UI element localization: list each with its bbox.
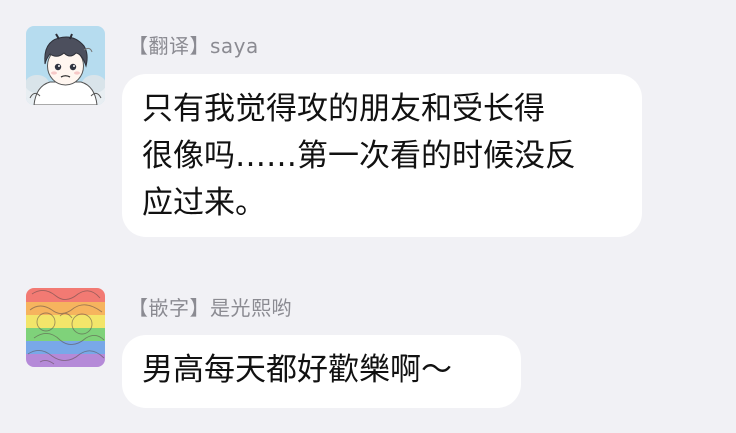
sender-name: 【嵌字】是光熙哟 xyxy=(128,296,292,320)
message-text-line: 男高每天都好歡樂啊～ xyxy=(142,352,452,388)
rainbow-sketch-avatar-icon xyxy=(26,288,105,367)
user-avatar[interactable] xyxy=(26,288,105,367)
user-avatar[interactable] xyxy=(26,26,105,105)
message-text-line: 很像吗……第一次看的时候没反 xyxy=(142,138,576,174)
message-text-line: 只有我觉得攻的朋友和受长得 xyxy=(142,91,545,127)
sender-name: 【翻译】saya xyxy=(128,34,259,58)
message-bubble[interactable]: 男高每天都好歡樂啊～ xyxy=(122,335,521,408)
message-text-line: 应过来。 xyxy=(142,185,266,221)
chat-thread: 【翻译】saya 只有我觉得攻的朋友和受长得 很像吗……第一次看的时候没反 应过… xyxy=(0,0,736,433)
message-bubble[interactable]: 只有我觉得攻的朋友和受长得 很像吗……第一次看的时候没反 应过来。 xyxy=(122,74,642,237)
anime-boy-avatar-icon xyxy=(26,26,105,105)
